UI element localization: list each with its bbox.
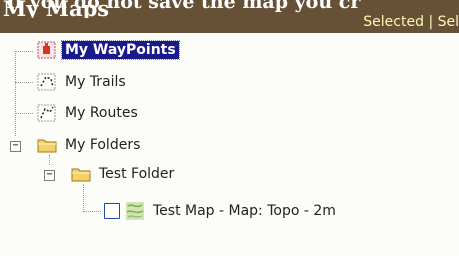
collapse-toggle[interactable]: − (10, 141, 21, 152)
collapse-toggle[interactable]: − (44, 170, 55, 181)
panel-title: My Maps (3, 0, 110, 18)
map-visibility-checkbox[interactable] (104, 203, 120, 219)
folders-label: My Folders (65, 137, 141, 153)
tree-guide-line (83, 184, 84, 212)
maps-tree: My WayPoints My Trails My Routes − My Fo… (0, 33, 459, 256)
test-map-label: Test Map - Map: Topo - 2m (153, 203, 336, 219)
tree-guide-line (15, 51, 16, 136)
waypoint-icon (36, 39, 58, 61)
test-folder-label: Test Folder (99, 166, 175, 182)
route-icon (36, 102, 58, 124)
tree-item-folders[interactable]: My Folders (36, 133, 143, 157)
folder-icon (70, 163, 92, 185)
maps-header: If you do not save the map you cr My Map… (0, 0, 459, 33)
tree-item-test-folder[interactable]: Test Folder (70, 162, 177, 186)
tree-guide-line (15, 113, 33, 114)
trails-label: My Trails (65, 74, 126, 90)
folder-icon (36, 134, 58, 156)
selected-link[interactable]: Selected (363, 14, 424, 30)
tree-guide-line (15, 82, 33, 83)
tree-item-waypoints[interactable]: My WayPoints (36, 38, 180, 62)
tree-guide-line (83, 211, 101, 212)
tree-guide-line (15, 51, 33, 52)
waypoints-label: My WayPoints (61, 40, 180, 60)
select-link[interactable]: Sel (438, 14, 459, 30)
trail-icon (36, 71, 58, 93)
tree-item-test-map[interactable]: Test Map - Map: Topo - 2m (104, 199, 339, 223)
selection-links: Selected | Sel (363, 14, 459, 31)
tree-item-trails[interactable]: My Trails (36, 70, 129, 94)
tree-item-routes[interactable]: My Routes (36, 101, 141, 125)
routes-label: My Routes (65, 105, 138, 121)
link-separator: | (428, 14, 434, 30)
topo-map-icon (124, 200, 146, 222)
